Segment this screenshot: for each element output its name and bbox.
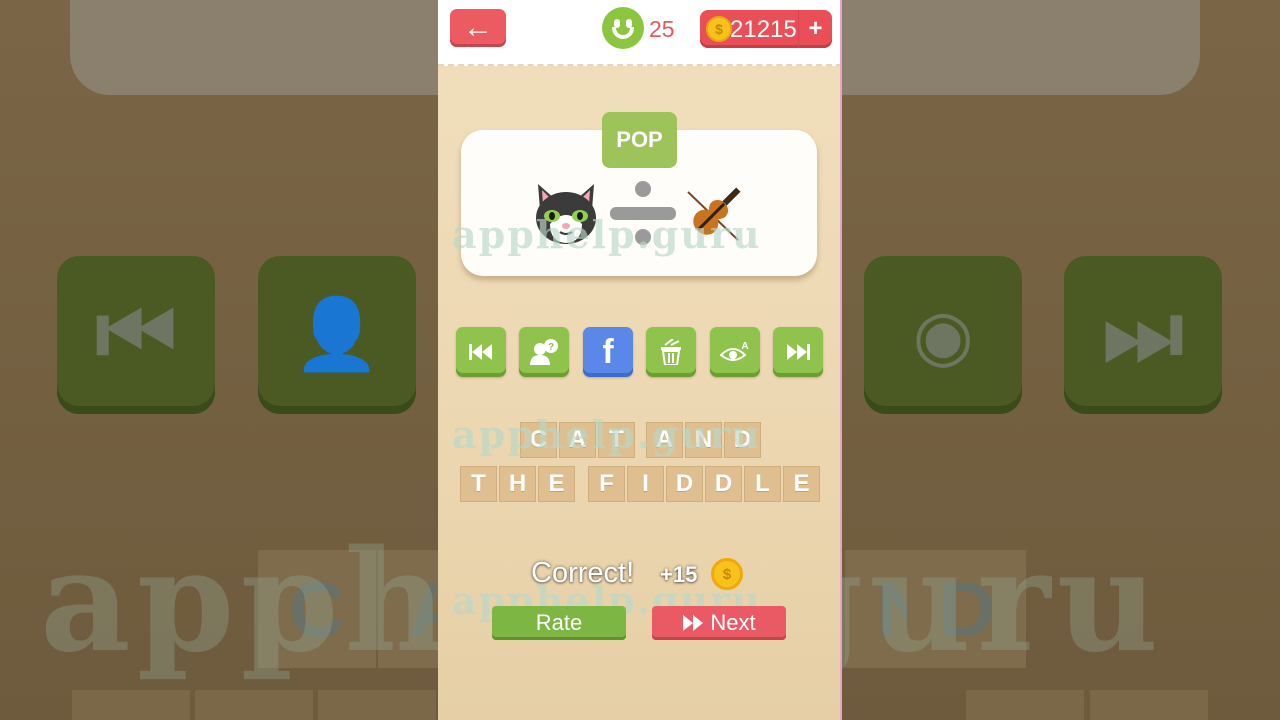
background-strip — [1090, 690, 1208, 720]
previous-puzzle-button[interactable] — [456, 327, 506, 377]
answer-letter-tile: I — [627, 466, 664, 502]
answer-letter-tile: D — [705, 466, 742, 502]
background-eye-tile: ◉ — [864, 256, 1022, 414]
watermark: apphelp.guru — [452, 212, 762, 257]
eye-reveal-icon: A — [720, 341, 749, 361]
next-button[interactable]: Next — [652, 606, 786, 640]
background-strip — [72, 690, 190, 720]
hint-toolbar: ? f A — [456, 327, 826, 377]
svg-text:?: ? — [548, 342, 554, 353]
remove-letters-button[interactable] — [646, 327, 696, 377]
next-puzzle-button[interactable] — [773, 327, 823, 377]
game-screen: ← 25 $ 21215 + POP apphelp.guru ? f A C … — [438, 0, 842, 720]
back-button[interactable]: ← — [450, 9, 506, 47]
background-strip — [318, 690, 436, 720]
answer-letter-tile: F — [588, 466, 625, 502]
answer-letter-tile: H — [499, 466, 536, 502]
background-forward-tile: ⏭ — [1064, 256, 1222, 414]
reveal-letter-button[interactable]: A — [710, 327, 760, 377]
svg-text:A: A — [741, 341, 748, 352]
smiley-icon — [602, 7, 644, 49]
ask-friend-button[interactable]: ? — [519, 327, 569, 377]
double-chevron-icon — [683, 615, 704, 631]
ask-friend-icon: ? — [530, 339, 558, 365]
answer-letter-tile: E — [783, 466, 820, 502]
solved-count: 25 — [649, 16, 675, 42]
rate-label: Rate — [535, 610, 583, 635]
fast-forward-icon — [787, 344, 810, 360]
back-arrow-icon: ← — [463, 11, 493, 44]
facebook-icon: f — [602, 332, 614, 371]
facebook-share-button[interactable]: f — [583, 327, 633, 377]
background-rewind-tile: ⏮ — [57, 256, 215, 414]
add-coins-button[interactable]: + — [798, 10, 832, 48]
next-label: Next — [710, 610, 756, 635]
trash-icon — [661, 339, 681, 365]
background-strip — [966, 690, 1084, 720]
smiley-mouth — [612, 27, 634, 39]
coin-balance[interactable]: $ 21215 + — [700, 10, 832, 48]
answer-letter-tile: D — [666, 466, 703, 502]
answer-letter-tile: E — [538, 466, 575, 502]
coin-count: 21215 — [730, 16, 797, 43]
coin-icon: $ — [706, 16, 732, 42]
category-badge: POP — [602, 112, 677, 168]
answer-letter-tile: L — [744, 466, 781, 502]
top-bar: ← 25 $ 21215 + — [438, 0, 840, 66]
answer-letter-tile: T — [460, 466, 497, 502]
background-strip — [195, 690, 313, 720]
background-ask-tile: 👤 — [258, 256, 416, 414]
rate-button[interactable]: Rate — [492, 606, 626, 640]
rewind-icon — [469, 344, 492, 360]
watermark: apphelp.guru — [452, 412, 762, 457]
